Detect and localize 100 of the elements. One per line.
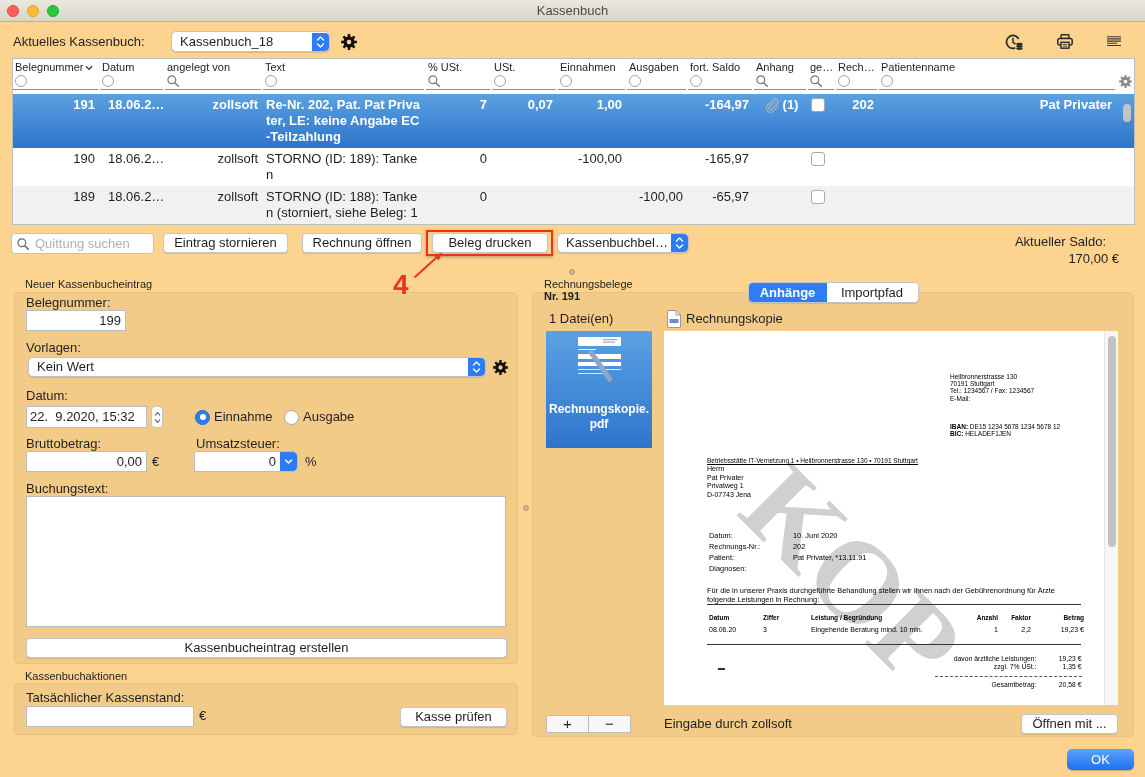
column-header[interactable]: USt. xyxy=(494,61,516,74)
table-cell-text: -100,00 xyxy=(638,189,683,206)
field-label: Belegnummer: xyxy=(26,295,111,310)
table-cell-text: zollsoft xyxy=(217,189,258,206)
input-field[interactable]: 199 xyxy=(26,310,126,331)
table-row[interactable]: 189 18.06.2… zollsoft STORNO (ID: 188): Tanken (storniert, siehe Beleg: 1 0 -100,00 -65,97 xyxy=(13,186,1134,224)
search-icon[interactable] xyxy=(810,75,822,87)
radio-button[interactable] xyxy=(195,409,210,425)
table-cell-text: 18.06.2… xyxy=(108,189,165,206)
table-cell-text: STORNO (ID: 189): Tanken xyxy=(266,151,419,183)
circle-icon[interactable] xyxy=(265,75,277,87)
table-cell-text: 189 xyxy=(73,189,95,206)
file-count: 1 Datei(en) xyxy=(549,311,614,327)
group-title: Rechnungsbelege xyxy=(544,278,633,291)
sort-chevron-icon xyxy=(85,64,94,71)
column-header[interactable]: Datum xyxy=(102,61,135,74)
search-icon[interactable] xyxy=(428,75,440,87)
scrollbar-thumb[interactable] xyxy=(1108,336,1116,547)
input-field[interactable] xyxy=(26,706,194,727)
field-label: Aktuelles Kassenbuch: xyxy=(13,33,145,50)
table-cell-text: -65,97 xyxy=(712,189,749,206)
author-label: Eingabe durch zollsoft xyxy=(664,715,792,732)
add-button[interactable]: + xyxy=(546,714,589,733)
column-header[interactable]: Patientenname xyxy=(881,61,955,74)
input-field[interactable]: 22. 9.2020, 15:32 xyxy=(26,406,147,428)
circle-icon[interactable] xyxy=(102,75,114,87)
radio-button[interactable] xyxy=(284,409,299,425)
table-cell-text: Re-Nr. 202, Pat. Pat Privater, LE: keine Angabe EC-Teilzahlung xyxy=(266,97,421,145)
annotation-arrow xyxy=(413,252,443,279)
dropdown[interactable]: Kassenbuchbel… xyxy=(557,233,689,253)
circle-icon[interactable] xyxy=(494,75,506,87)
check-button[interactable]: Kasse prüfen xyxy=(400,707,507,727)
gear-icon[interactable] xyxy=(493,359,508,375)
splitter-handle[interactable] xyxy=(569,269,575,275)
dropdown[interactable]: Kein Wert xyxy=(28,357,486,377)
file-tile[interactable]: Rechnungskopie.pdf xyxy=(546,331,652,448)
column-header[interactable]: angelegt von xyxy=(167,61,230,74)
open-with-button[interactable]: Öffnen mit ... xyxy=(1021,713,1118,734)
unit-label: € xyxy=(152,453,160,470)
stepper[interactable] xyxy=(151,406,163,428)
table-cell-text: zollsoft xyxy=(212,97,258,114)
checkbox[interactable] xyxy=(811,152,825,166)
field-label: Vorlagen: xyxy=(26,340,81,355)
column-header[interactable]: Rech… xyxy=(838,61,875,74)
circle-icon[interactable] xyxy=(629,75,641,87)
field-label: Umsatzsteuer: xyxy=(196,436,280,451)
column-header[interactable]: Ausgaben xyxy=(629,61,679,74)
checkbox[interactable] xyxy=(811,98,825,112)
column-header[interactable]: ge… xyxy=(810,61,834,74)
toolbar-button[interactable]: Rechnung öffnen xyxy=(302,233,422,253)
table-row[interactable]: 191 18.06.2… zollsoft Re-Nr. 202, Pat. Pat Privater, LE: keine Angabe EC-Teilzahlung 7 0,07 1,00 -164,97 (1) 202 Pat Privater xyxy=(13,94,1134,148)
circle-icon[interactable] xyxy=(881,75,893,87)
column-header[interactable]: Anhang xyxy=(756,61,794,74)
printer-icon[interactable] xyxy=(1057,34,1073,49)
tab[interactable]: Anhänge xyxy=(748,283,827,302)
submit-button[interactable]: Kassenbucheintrag erstellen xyxy=(26,638,507,658)
radio-label: Einnahme xyxy=(214,409,273,425)
table-cell-text: 7 xyxy=(479,97,487,114)
field-label: Tatsächlicher Kassenstand: xyxy=(26,690,185,705)
gear-icon[interactable] xyxy=(341,33,357,50)
checkbox[interactable] xyxy=(811,190,825,204)
scrollbar[interactable] xyxy=(1104,331,1118,705)
splitter-handle[interactable] xyxy=(523,505,529,511)
text-lines-icon[interactable] xyxy=(1107,36,1121,47)
circle-icon[interactable] xyxy=(15,75,27,87)
table-cell-text: -165,97 xyxy=(704,151,749,168)
circle-icon[interactable] xyxy=(560,75,572,87)
dropdown[interactable]: Kassenbuch_18 xyxy=(171,31,330,52)
table-cell-text: 190 xyxy=(73,151,95,168)
field-label: Datum: xyxy=(26,388,68,403)
table-cell-text: 18.06.2… xyxy=(108,97,165,114)
chevron-down-icon xyxy=(280,452,297,471)
circle-icon[interactable] xyxy=(690,75,702,87)
scrollbar-thumb[interactable] xyxy=(1123,104,1131,122)
paperclip-icon[interactable] xyxy=(763,97,780,113)
search-icon xyxy=(17,237,29,250)
column-header[interactable]: Belegnummer xyxy=(15,61,94,74)
close-button[interactable] xyxy=(7,4,19,17)
window-title: Kassenbuch xyxy=(536,2,609,19)
toolbar-button[interactable]: Beleg drucken xyxy=(432,233,548,253)
clock-coins-icon[interactable] xyxy=(1005,33,1023,50)
zoom-button[interactable] xyxy=(47,4,59,17)
column-header[interactable]: Text xyxy=(265,61,286,74)
table-cell-text: -100,00 xyxy=(577,151,622,168)
toolbar-button[interactable]: Eintrag stornieren xyxy=(163,233,288,253)
circle-icon[interactable] xyxy=(838,75,850,87)
column-header[interactable]: Einnahmen xyxy=(560,61,616,74)
table-cell-text: 0 xyxy=(479,151,487,168)
search-icon[interactable] xyxy=(167,75,179,87)
column-header[interactable]: fort. Saldo xyxy=(690,61,741,74)
remove-button[interactable]: − xyxy=(588,714,631,733)
column-header[interactable]: % USt. xyxy=(428,61,463,74)
search-icon[interactable] xyxy=(756,75,768,87)
page-thumbnail-icon xyxy=(577,337,621,383)
combo-box[interactable]: 0 xyxy=(194,451,298,472)
group-title: Kassenbuchaktionen xyxy=(25,670,128,683)
up-down-arrows-icon xyxy=(468,358,485,376)
tab[interactable]: Importpfad xyxy=(826,283,918,302)
minimize-button[interactable] xyxy=(27,4,39,17)
input-field[interactable]: 0,00 xyxy=(26,451,147,472)
